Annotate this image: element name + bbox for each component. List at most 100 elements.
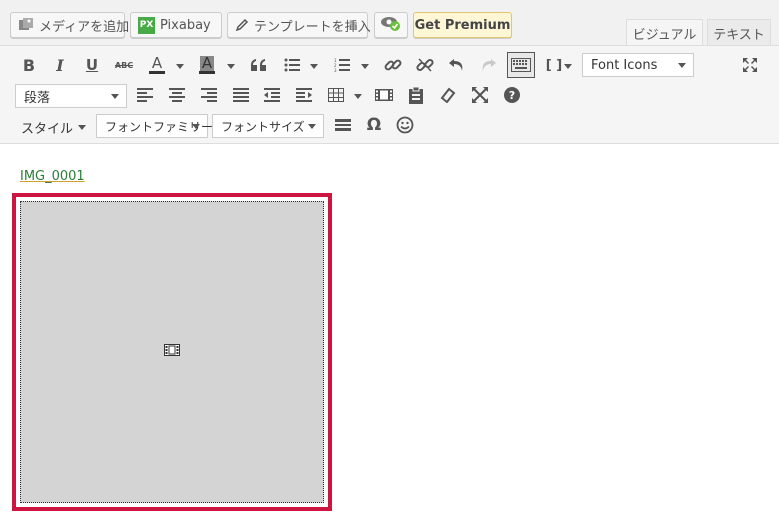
clipboard-icon <box>409 86 423 104</box>
expand-icon <box>743 58 757 72</box>
align-left-button[interactable] <box>131 82 159 108</box>
pixabay-label: Pixabay <box>160 17 211 33</box>
italic-glyph: I <box>56 55 64 75</box>
table-button[interactable] <box>322 82 350 108</box>
font-icons-dropdown-icon <box>678 63 686 68</box>
align-center-button[interactable] <box>163 82 191 108</box>
clear-formatting-button[interactable] <box>434 82 462 108</box>
pencil-icon <box>235 18 249 32</box>
fullscreen-button[interactable] <box>736 52 764 78</box>
style-menu[interactable]: スタイル <box>21 118 73 137</box>
undo-icon <box>449 59 463 71</box>
format-dropdown-icon <box>111 94 119 99</box>
justify-icon <box>233 88 249 102</box>
tab-text-label: テキスト <box>713 27 765 43</box>
undo-button[interactable] <box>443 52 471 78</box>
align-right-button[interactable] <box>195 82 223 108</box>
align-right-icon <box>201 88 217 102</box>
video-placeholder-inner <box>20 201 324 503</box>
insert-template-button[interactable]: テンプレートを挿入 <box>227 12 371 38</box>
tab-visual-label: ビジュアル <box>632 28 697 43</box>
special-character-button[interactable]: Ω <box>360 112 388 138</box>
font-icons-label: Font Icons <box>591 57 658 73</box>
remove-link-button[interactable] <box>411 52 439 78</box>
link-icon <box>384 59 402 71</box>
get-premium-button[interactable]: Get Premium <box>413 12 512 38</box>
background-color-dropdown-icon[interactable] <box>227 64 235 69</box>
distraction-free-button[interactable] <box>466 82 494 108</box>
numbered-list-icon: 123 <box>334 58 350 72</box>
strikethrough-button[interactable]: ABC <box>110 52 138 78</box>
shortcode-glyph: [ ] <box>545 57 563 73</box>
svg-text:?: ? <box>509 89 515 102</box>
tab-text[interactable]: テキスト <box>707 19 771 46</box>
quote-icon <box>251 59 266 71</box>
outdent-button[interactable] <box>258 82 286 108</box>
format-select-label: 段落 <box>24 90 51 106</box>
paste-text-button[interactable] <box>402 82 430 108</box>
font-icons-select[interactable]: Font Icons <box>582 53 694 77</box>
toolbar-toggle-button[interactable] <box>507 52 535 78</box>
distraction-free-icon <box>472 87 488 103</box>
italic-button[interactable]: I <box>46 52 74 78</box>
help-icon: ? <box>504 87 520 103</box>
image-caption-text: IMG_0001 <box>20 169 85 184</box>
text-color-glyph: A <box>151 54 163 72</box>
emoticons-button[interactable] <box>391 112 419 138</box>
style-dropdown-icon[interactable] <box>78 125 86 130</box>
background-color-swatch <box>199 71 215 74</box>
text-color-dropdown-icon[interactable] <box>176 64 184 69</box>
editor-toolbar: B I U ABC A A 123 [] Font Icons 段落 ? スタ… <box>0 46 779 144</box>
horizontal-line-icon <box>335 119 351 131</box>
insert-template-label: テンプレートを挿入 <box>254 19 371 35</box>
horizontal-line-button[interactable] <box>329 112 357 138</box>
indent-button[interactable] <box>290 82 318 108</box>
media-icon <box>18 17 34 33</box>
format-select[interactable]: 段落 <box>15 84 127 108</box>
underline-button[interactable]: U <box>78 52 106 78</box>
strikethrough-glyph: ABC <box>114 60 134 70</box>
bold-button[interactable]: B <box>15 52 43 78</box>
tab-visual[interactable]: ビジュアル <box>626 19 703 47</box>
video-icon <box>164 344 180 360</box>
table-icon <box>328 88 344 102</box>
numbered-list-dropdown-icon[interactable] <box>361 64 369 69</box>
pixabay-button[interactable]: PX Pixabay <box>130 12 222 38</box>
text-color-swatch <box>149 71 165 74</box>
font-size-select[interactable]: フォントサイズ <box>212 114 324 138</box>
bullet-list-dropdown-icon[interactable] <box>310 64 318 69</box>
table-dropdown-icon[interactable] <box>354 94 362 99</box>
insert-media-button[interactable] <box>370 82 398 108</box>
redo-button[interactable] <box>474 52 502 78</box>
keyboard-icon <box>511 58 531 72</box>
video-placeholder[interactable] <box>12 193 332 511</box>
smiley-icon <box>396 116 414 134</box>
film-icon <box>375 89 393 101</box>
plugin-badge-button[interactable] <box>374 12 408 38</box>
bullet-list-button[interactable] <box>278 52 306 78</box>
justify-button[interactable] <box>227 82 255 108</box>
numbered-list-button[interactable]: 123 <box>328 52 356 78</box>
unlink-icon <box>416 58 434 72</box>
shortcode-dropdown-icon[interactable] <box>564 64 572 69</box>
font-family-select[interactable]: フォントファミリー <box>96 114 213 138</box>
insert-link-button[interactable] <box>379 52 407 78</box>
omega-glyph: Ω <box>366 115 382 135</box>
underline-glyph: U <box>85 56 99 74</box>
align-left-icon <box>137 88 153 102</box>
help-button[interactable]: ? <box>498 82 526 108</box>
background-color-button[interactable]: A <box>193 52 221 78</box>
add-media-button[interactable]: メディアを追加 <box>10 12 129 38</box>
indent-icon <box>296 88 312 102</box>
bullet-list-icon <box>284 58 300 72</box>
background-color-glyph: A <box>199 54 215 72</box>
bold-glyph: B <box>22 55 36 75</box>
blockquote-button[interactable] <box>245 52 273 78</box>
font-size-dropdown-icon <box>308 124 316 129</box>
text-color-button[interactable]: A <box>143 52 171 78</box>
eye-check-icon <box>380 14 402 36</box>
image-caption-link[interactable]: IMG_0001 <box>20 169 85 184</box>
svg-text:3: 3 <box>334 68 337 72</box>
font-family-dropdown-icon <box>192 124 200 129</box>
style-menu-label: スタイル <box>21 122 74 137</box>
